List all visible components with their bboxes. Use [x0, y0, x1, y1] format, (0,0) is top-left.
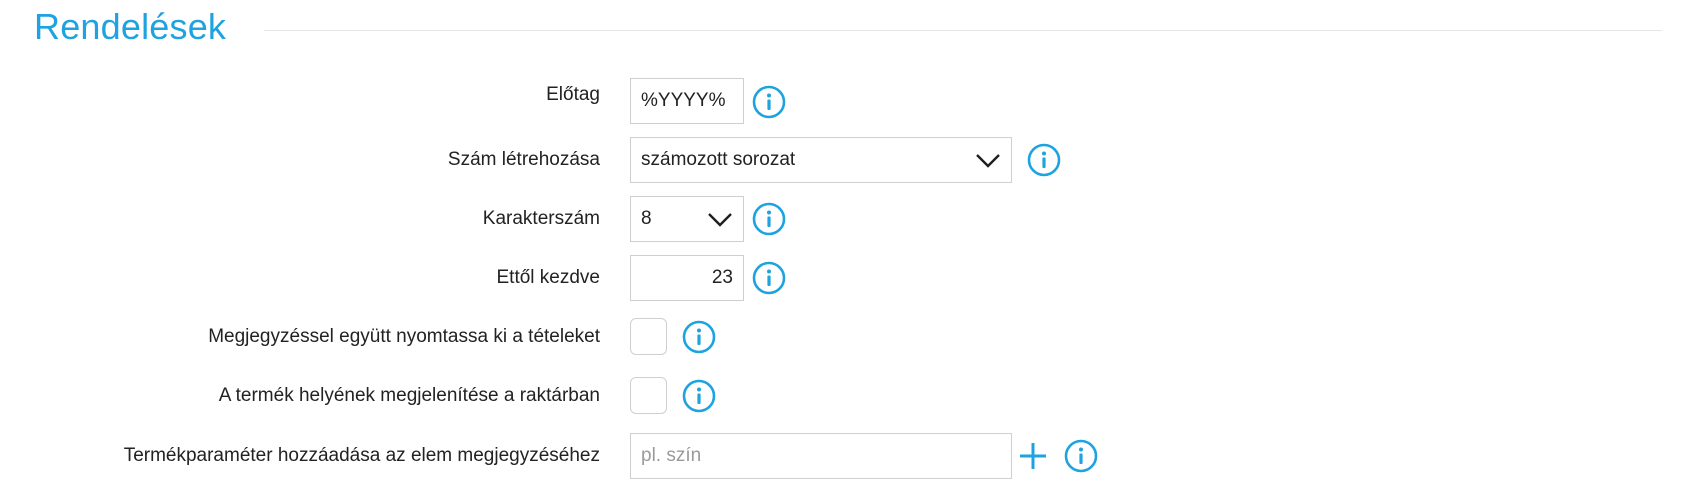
info-icon[interactable] [1064, 439, 1098, 473]
number-generation-label: Szám létrehozása [447, 149, 600, 170]
show-product-location-checkbox[interactable] [630, 377, 667, 414]
start-from-input[interactable]: 23 [630, 255, 744, 301]
plus-icon[interactable] [1018, 441, 1048, 471]
print-items-with-note-label: Megjegyzéssel együtt nyomtassa ki a téte… [208, 326, 600, 347]
info-icon[interactable] [1027, 143, 1061, 177]
start-from-value: 23 [711, 267, 733, 288]
start-from-label: Ettől kezdve [496, 267, 601, 288]
chevron-down-icon [708, 213, 732, 227]
info-icon[interactable] [752, 202, 786, 236]
number-generation-select[interactable]: számozott sorozat [630, 137, 1012, 183]
show-product-location-label: A termék helyének megjelenítése a raktár… [218, 385, 600, 406]
prefix-input[interactable]: %YYYY% [630, 78, 744, 124]
info-icon[interactable] [752, 261, 786, 295]
title-divider [264, 30, 1662, 31]
product-param-input[interactable] [630, 433, 1012, 479]
prefix-label: Előtag [546, 84, 600, 105]
product-param-label: Termékparaméter hozzáadása az elem megje… [123, 445, 600, 466]
prefix-value: %YYYY% [641, 90, 726, 111]
section-title: Rendelések [34, 6, 227, 47]
print-items-with-note-checkbox[interactable] [630, 318, 667, 355]
info-icon[interactable] [682, 379, 716, 413]
chevron-down-icon [976, 154, 1000, 168]
number-generation-value: számozott sorozat [641, 149, 796, 170]
char-count-value: 8 [641, 208, 652, 229]
char-count-label: Karakterszám [482, 208, 600, 229]
info-icon[interactable] [682, 320, 716, 354]
char-count-select[interactable]: 8 [630, 196, 744, 242]
info-icon[interactable] [752, 85, 786, 119]
